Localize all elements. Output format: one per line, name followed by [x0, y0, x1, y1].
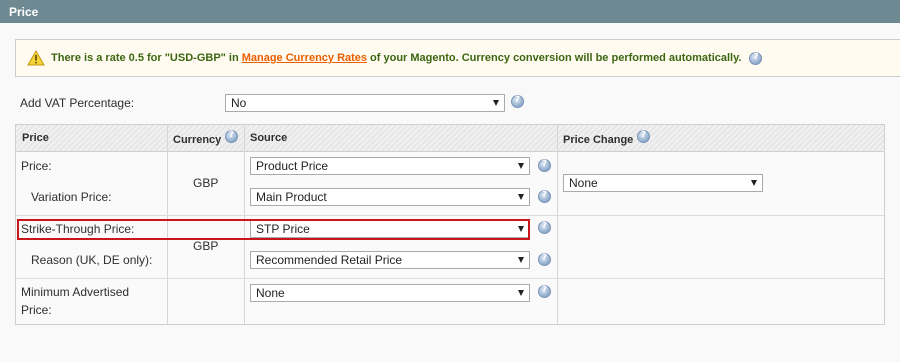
section-title: Price — [9, 5, 39, 19]
strike-through-highlight — [17, 219, 530, 240]
vat-select-value: No — [231, 96, 247, 110]
map-label-line1: Minimum Advertised — [21, 285, 130, 299]
manage-currency-rates-link[interactable]: Manage Currency Rates — [242, 52, 367, 64]
currency-help-icon[interactable] — [225, 130, 238, 143]
chevron-down-icon — [518, 163, 524, 169]
chevron-down-icon — [751, 180, 757, 186]
price-source-value: Product Price — [256, 159, 329, 173]
chevron-down-icon — [493, 100, 499, 106]
variation-source-select[interactable]: Main Product — [250, 188, 530, 206]
column-header-source: Source — [250, 132, 288, 144]
variation-source-help-icon[interactable] — [538, 190, 551, 203]
variation-source-value: Main Product — [256, 190, 327, 204]
column-header-price-change: Price Change — [563, 134, 634, 146]
map-help-icon[interactable] — [538, 285, 551, 298]
row-divider — [16, 278, 884, 279]
notice-text-before: There is a rate 0.5 for "USD-GBP" in — [51, 52, 239, 64]
price-source-help-icon[interactable] — [538, 159, 551, 172]
currency-value: GBP — [193, 176, 219, 190]
reason-source-select[interactable]: Recommended Retail Price — [250, 251, 530, 269]
column-header-currency: Currency — [173, 134, 222, 146]
notice-text-after: of your Magento. Currency conversion wil… — [370, 52, 742, 64]
price-change-help-icon[interactable] — [637, 130, 650, 143]
vat-help-icon[interactable] — [511, 95, 524, 108]
currency-rate-notice: There is a rate 0.5 for "USD-GBP" in Man… — [15, 39, 900, 77]
strike-through-help-icon[interactable] — [538, 221, 551, 234]
price-source-select[interactable]: Product Price — [250, 157, 530, 175]
price-label: Price: — [21, 159, 52, 173]
currency-value: GBP — [193, 239, 219, 253]
section-header-price: Price — [0, 0, 900, 23]
chevron-down-icon — [518, 194, 524, 200]
help-icon[interactable] — [749, 51, 763, 65]
chevron-down-icon — [518, 257, 524, 263]
reason-label: Reason (UK, DE only): — [31, 253, 153, 267]
map-source-select[interactable]: None — [250, 284, 530, 302]
reason-source-value: Recommended Retail Price — [256, 253, 403, 267]
chevron-down-icon — [518, 290, 524, 296]
variation-price-label: Variation Price: — [31, 190, 112, 204]
table-header: Price Currency Source Price Change — [16, 125, 884, 152]
vat-label: Add VAT Percentage: — [20, 96, 135, 110]
reason-help-icon[interactable] — [538, 253, 551, 266]
warning-icon — [27, 50, 45, 66]
map-source-value: None — [256, 286, 285, 300]
map-label-line2: Price: — [21, 303, 52, 317]
column-header-price: Price — [22, 132, 49, 144]
vat-select[interactable]: No — [225, 94, 505, 112]
column-divider — [557, 125, 558, 324]
price-change-value: None — [569, 176, 598, 190]
row-divider — [16, 215, 884, 216]
price-change-select[interactable]: None — [563, 174, 763, 192]
